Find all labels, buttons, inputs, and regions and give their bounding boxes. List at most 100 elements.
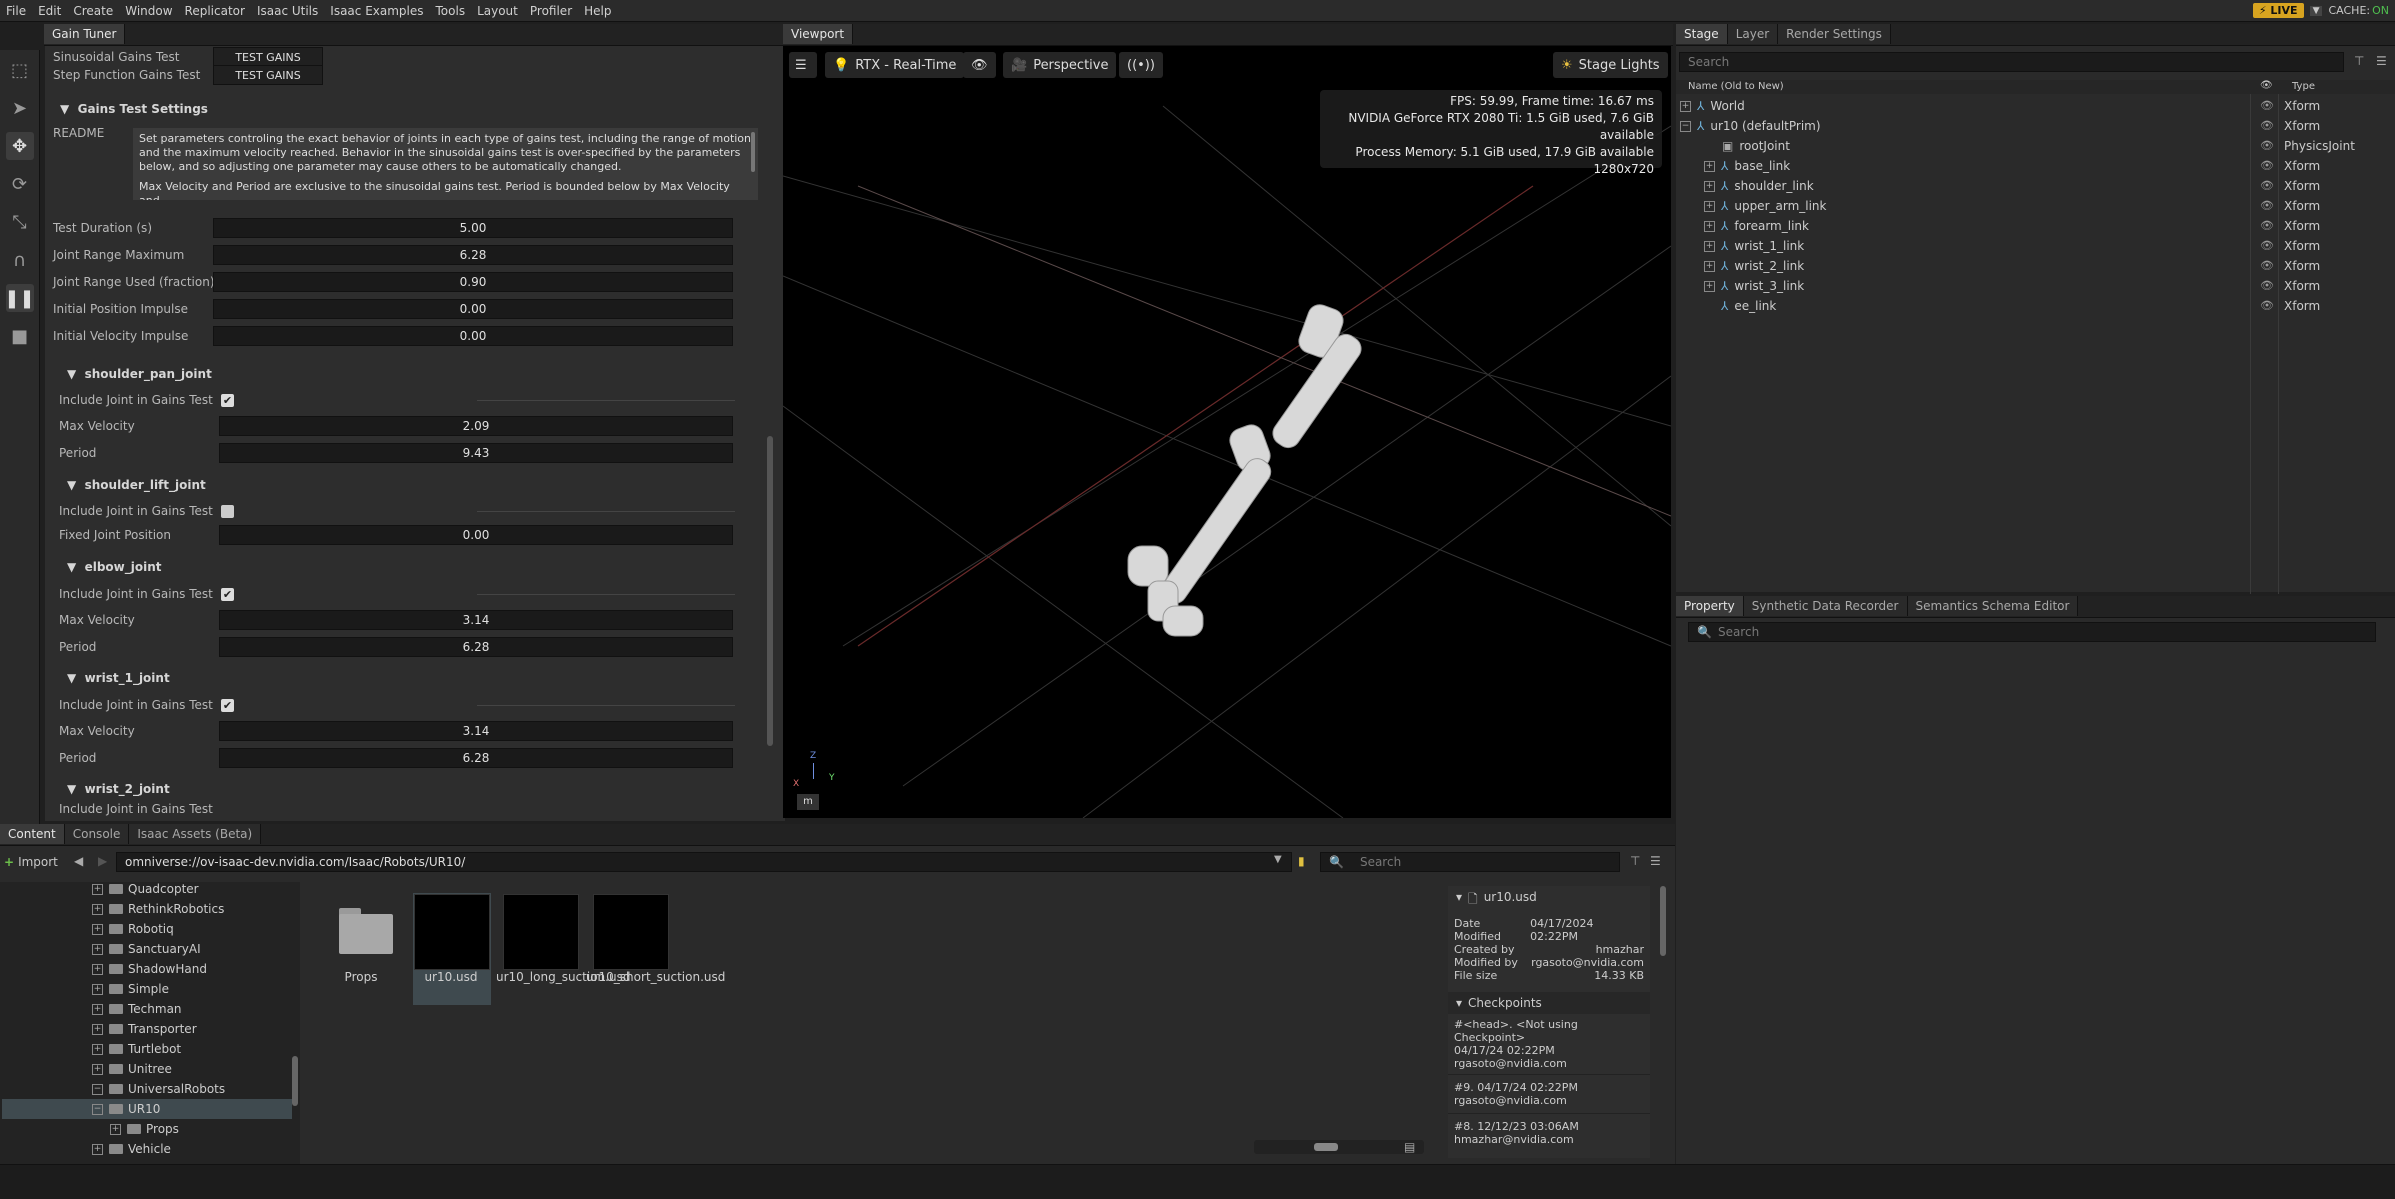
filter-icon[interactable]: ⊤: [1630, 854, 1640, 868]
expand-icon[interactable]: +: [92, 1003, 103, 1015]
tree-item[interactable]: + Robotiq: [92, 919, 174, 939]
tab-gain-tuner[interactable]: Gain Tuner: [44, 24, 126, 44]
expand-icon[interactable]: +: [92, 923, 103, 935]
live-dropdown-icon[interactable]: ▼: [2309, 5, 2323, 16]
tab-semantics-schema-editor[interactable]: Semantics Schema Editor: [1907, 596, 2079, 616]
ur10-robot[interactable]: [1127, 301, 1366, 637]
bookmark-icon[interactable]: ▮: [1298, 854, 1305, 868]
menu-profiler[interactable]: Profiler: [524, 4, 578, 18]
tab-isaac-assets[interactable]: Isaac Assets (Beta): [129, 824, 262, 844]
stop-icon[interactable]: ■: [6, 322, 34, 350]
menu-tools[interactable]: Tools: [430, 4, 472, 18]
tab-layer[interactable]: Layer: [1727, 24, 1779, 44]
expand-icon[interactable]: +: [1680, 100, 1691, 112]
stage-row[interactable]: ▣ rootJoint: [1722, 136, 1790, 156]
elbow-period[interactable]: 6.28: [219, 637, 733, 657]
gains-settings-header[interactable]: ▼ Gains Test Settings: [60, 102, 208, 116]
joint-range-used-field[interactable]: 0.90: [213, 272, 733, 292]
tree-item[interactable]: + Vehicle: [92, 1139, 171, 1159]
sensor-icon[interactable]: ((•)): [1119, 52, 1163, 78]
path-input[interactable]: omniverse://ov-isaac-dev.nvidia.com/Isaa…: [116, 852, 1292, 872]
menu-help[interactable]: Help: [578, 4, 617, 18]
visibility-eye-icon[interactable]: 👁: [2260, 136, 2276, 156]
elbow-header[interactable]: ▼ elbow_joint: [67, 560, 162, 574]
grid-scrollbar[interactable]: [1254, 1140, 1424, 1154]
stage-row[interactable]: + ⅄ shoulder_link: [1704, 176, 1814, 196]
file-label[interactable]: ur10_long_suction.usd: [496, 970, 630, 984]
forward-icon[interactable]: ▶: [98, 854, 107, 868]
expand-icon[interactable]: +: [92, 903, 103, 915]
camera-button[interactable]: 🎥 Perspective: [1003, 52, 1117, 78]
info-header[interactable]: ▾ 🗋 ur10.usd: [1448, 886, 1650, 915]
shoulder-pan-period[interactable]: 9.43: [219, 443, 733, 463]
collapse-icon[interactable]: −: [1680, 120, 1691, 132]
expand-icon[interactable]: +: [1704, 280, 1715, 292]
eye-icon[interactable]: 👁: [963, 52, 996, 78]
expand-icon[interactable]: +: [92, 1043, 103, 1055]
pause-icon[interactable]: ❚❚: [4, 284, 35, 312]
shoulder-pan-max-velocity[interactable]: 2.09: [219, 416, 733, 436]
content-search-input[interactable]: 🔍 Search: [1320, 852, 1620, 872]
collapse-icon[interactable]: −: [92, 1103, 103, 1115]
menu-file[interactable]: File: [0, 4, 32, 18]
unit-label[interactable]: m: [797, 794, 819, 810]
tab-content[interactable]: Content: [0, 824, 65, 844]
tree-item[interactable]: + Techman: [92, 999, 182, 1019]
snap-icon[interactable]: ∩: [6, 246, 34, 274]
wrist-2-header[interactable]: ▼ wrist_2_joint: [67, 782, 170, 796]
elbow-max-velocity[interactable]: 3.14: [219, 610, 733, 630]
test-duration-field[interactable]: 5.00: [213, 218, 733, 238]
stage-lights-button[interactable]: ☀ Stage Lights: [1553, 52, 1668, 78]
tab-stage[interactable]: Stage: [1676, 24, 1728, 44]
menu-edit[interactable]: Edit: [32, 4, 67, 18]
stage-row[interactable]: + ⅄ wrist_1_link: [1704, 236, 1804, 256]
tab-property[interactable]: Property: [1676, 596, 1744, 616]
visibility-eye-icon[interactable]: 👁: [2260, 296, 2276, 316]
info-scrollbar[interactable]: [1660, 886, 1666, 956]
content-menu-icon[interactable]: ☰: [1650, 854, 1661, 868]
tree-item[interactable]: + Simple: [92, 979, 169, 999]
wrist-1-include-checkbox[interactable]: ✔: [221, 699, 234, 712]
tree-item[interactable]: + ShadowHand: [92, 959, 207, 979]
select-icon[interactable]: ⬚: [6, 56, 34, 84]
property-search-input[interactable]: 🔍 Search: [1688, 622, 2376, 642]
stage-menu-icon[interactable]: ☰: [2376, 54, 2387, 68]
tree-item[interactable]: + Turtlebot: [92, 1039, 181, 1059]
file-thumbnail[interactable]: [593, 894, 669, 970]
tree-scrollbar[interactable]: [292, 1056, 298, 1106]
menu-isaac-utils[interactable]: Isaac Utils: [251, 4, 324, 18]
stage-search-input[interactable]: Search: [1679, 52, 2344, 72]
checkpoint-item[interactable]: #9. 04/17/24 02:22PM rgasoto@nvidia.com: [1448, 1075, 1650, 1114]
expand-icon[interactable]: +: [92, 1143, 103, 1155]
shoulder-pan-header[interactable]: ▼ shoulder_pan_joint: [67, 367, 212, 381]
shoulder-lift-include-checkbox[interactable]: ✔: [221, 505, 234, 518]
file-label[interactable]: Props: [316, 970, 406, 984]
readme-textbox[interactable]: Set parameters controling the exact beha…: [133, 128, 758, 200]
viewport-canvas[interactable]: ☰ 💡 RTX - Real-Time 👁 🎥 Perspective ((•)) …: [783, 46, 1671, 818]
file-thumbnail[interactable]: [503, 894, 579, 970]
stage-row[interactable]: + ⅄ base_link: [1704, 156, 1790, 176]
expand-icon[interactable]: +: [1704, 240, 1715, 252]
stage-row[interactable]: + ⅄ upper_arm_link: [1704, 196, 1827, 216]
stage-row[interactable]: + ⅄ wrist_2_link: [1704, 256, 1804, 276]
elbow-include-checkbox[interactable]: ✔: [221, 588, 234, 601]
tree-item[interactable]: + Unitree: [92, 1059, 172, 1079]
checkpoint-item[interactable]: #8. 12/12/23 03:06AM hmazhar@nvidia.com: [1448, 1114, 1650, 1152]
shoulder-pan-include-checkbox[interactable]: ✔: [221, 394, 234, 407]
file-thumbnail[interactable]: [414, 894, 490, 970]
tree-item[interactable]: + Quadcopter: [92, 879, 199, 899]
visibility-eye-icon[interactable]: 👁: [2260, 216, 2276, 236]
expand-icon[interactable]: +: [92, 1023, 103, 1035]
expand-icon[interactable]: +: [92, 963, 103, 975]
path-dropdown-icon[interactable]: ▼: [1274, 854, 1282, 865]
menu-create[interactable]: Create: [67, 4, 119, 18]
filter-icon[interactable]: ⊤: [2354, 54, 2364, 68]
readme-scrollbar[interactable]: [751, 132, 755, 172]
menu-window[interactable]: Window: [119, 4, 178, 18]
scale-icon[interactable]: ⤡: [6, 208, 34, 236]
collapse-icon[interactable]: −: [92, 1083, 103, 1095]
visibility-eye-icon[interactable]: 👁: [2260, 96, 2276, 116]
rotate-icon[interactable]: ⟳: [6, 170, 34, 198]
render-mode-button[interactable]: 💡 RTX - Real-Time: [825, 52, 965, 78]
tree-item[interactable]: + Props: [110, 1119, 179, 1139]
